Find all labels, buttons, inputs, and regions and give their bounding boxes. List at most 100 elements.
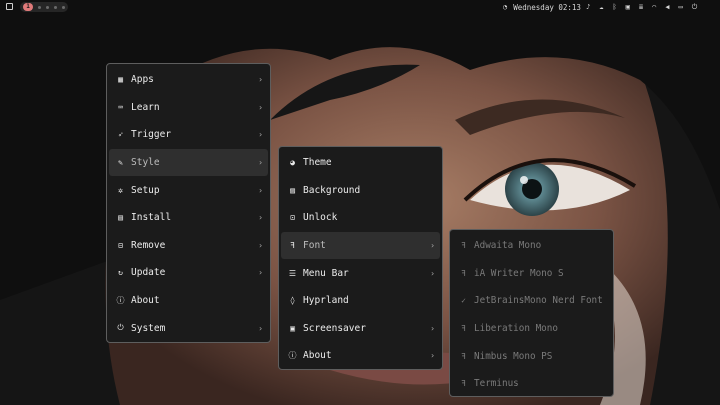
menu-item-label: Install (131, 212, 172, 224)
workspace-switcher: 1 (20, 2, 68, 12)
font-icon: ꟻ (461, 324, 466, 334)
bluetooth-icon[interactable]: ᛒ (612, 0, 616, 14)
menu-item-menu-bar[interactable]: ☰ Menu Bar › (281, 259, 440, 287)
menu-item-label: System (131, 322, 166, 334)
menu-item-label: Font (303, 240, 326, 252)
check-icon: ✓ (461, 296, 466, 306)
menu-item-style[interactable]: ✎ Style › (109, 148, 268, 177)
menu-item-label: Screensaver (303, 322, 366, 334)
menu-item-remove[interactable]: ⊟ Remove › (109, 232, 268, 260)
minus-box-icon: ⊟ (118, 240, 123, 250)
brush-icon: ✎ (118, 158, 123, 168)
save-icon: ▤ (118, 213, 123, 223)
chevron-right-icon: › (258, 130, 263, 140)
menu-item-install[interactable]: ▤ Install › (109, 204, 268, 232)
bars-icon[interactable]: ≣ (639, 0, 643, 14)
font-option-label: Nimbus Mono PS (474, 350, 553, 362)
font-submenu: ꟻ Adwaita Mono ꟻ iA Writer Mono S ✓ JetBrai… (449, 229, 614, 397)
menu-item-trigger[interactable]: ➶ Trigger › (109, 121, 268, 149)
menu-item-label: Remove (131, 239, 166, 251)
menu-icon: ☰ (288, 268, 297, 278)
gear-icon: ✲ (118, 185, 123, 195)
menu-item-about[interactable]: ⓘ About (109, 287, 268, 315)
font-option-liberation-mono[interactable]: ꟻ Liberation Mono (452, 315, 611, 343)
menu-item-about-style[interactable]: ⓘ About › (281, 342, 440, 370)
chevron-right-icon: › (258, 102, 263, 112)
menu-item-learn[interactable]: ⌨ Learn › (109, 94, 268, 122)
menu-item-label: About (303, 350, 332, 362)
chevron-right-icon: › (258, 75, 263, 85)
font-icon: ꟻ (461, 241, 466, 251)
menu-item-label: About (131, 295, 160, 307)
info-icon: ⓘ (288, 351, 297, 361)
font-option-label: Terminus (474, 378, 519, 390)
font-option-jetbrains[interactable]: ✓ JetBrainsMono Nerd Font (452, 287, 611, 315)
image-icon: ▨ (290, 185, 295, 195)
chevron-right-icon: › (258, 323, 263, 333)
unlock-icon: ⊡ (290, 213, 295, 223)
top-bar: 1 ◔ Wednesday 02:13 ♪ ☁ ᛒ ▣ ≣ ◠ ◀ ▭ ⏻ (0, 0, 720, 14)
menu-item-screensaver[interactable]: ▣ Screensaver › (281, 315, 440, 343)
menu-item-theme[interactable]: ◕ Theme (281, 149, 440, 177)
volume-icon[interactable]: ◀ (665, 0, 669, 14)
drop-icon: ◊ (290, 296, 295, 306)
font-icon: ꟻ (461, 351, 466, 361)
launcher-icon[interactable] (6, 3, 13, 10)
font-option-label: iA Writer Mono S (474, 267, 564, 279)
font-icon: ꟻ (461, 268, 466, 278)
workspace-dot[interactable] (62, 5, 65, 9)
menu-item-unlock[interactable]: ⊡ Unlock (281, 204, 440, 232)
menu-item-update[interactable]: ↻ Update › (109, 259, 268, 287)
chevron-right-icon: › (430, 241, 435, 251)
font-icon: ꟻ (461, 379, 466, 389)
menu-item-system[interactable]: ⏻ System › (109, 314, 268, 342)
grid-icon: ▦ (118, 75, 123, 85)
chevron-right-icon: › (258, 185, 263, 195)
menu-item-label: Update (131, 267, 166, 279)
menu-item-font[interactable]: ꟻ Font › (281, 231, 440, 260)
bell-icon[interactable]: ♪ (586, 0, 590, 14)
chevron-right-icon: › (258, 213, 263, 223)
menu-item-apps[interactable]: ▦ Apps › (109, 66, 268, 94)
menu-item-label: Hyprland (303, 295, 349, 307)
workspace-dot[interactable] (54, 5, 57, 9)
font-option-ia-writer[interactable]: ꟻ iA Writer Mono S (452, 260, 611, 288)
keyboard-icon: ⌨ (118, 102, 123, 112)
font-option-adwaita-mono[interactable]: ꟻ Adwaita Mono (452, 232, 611, 260)
menu-item-setup[interactable]: ✲ Setup › (109, 176, 268, 204)
menu-item-hyprland[interactable]: ◊ Hyprland (281, 287, 440, 315)
font-option-nimbus-mono[interactable]: ꟻ Nimbus Mono PS (452, 342, 611, 370)
info-icon: ⓘ (116, 296, 125, 306)
status-icons: ♪ ☁ ᛒ ▣ ≣ ◠ ◀ ▭ ⏻ (586, 0, 697, 14)
menu-item-label: Style (131, 157, 160, 169)
cpu-icon[interactable]: ▣ (626, 0, 630, 14)
clock-icon[interactable]: ◔ (503, 0, 507, 14)
menu-item-label: Menu Bar (303, 267, 349, 279)
menu-item-label: Theme (303, 157, 332, 169)
chevron-right-icon: › (258, 240, 263, 250)
font-option-label: Liberation Mono (474, 323, 558, 335)
power-icon[interactable]: ⏻ (692, 0, 698, 14)
screen-icon: ▣ (290, 323, 295, 333)
power-icon: ⏻ (117, 323, 124, 333)
chevron-right-icon: › (430, 268, 435, 278)
clock[interactable]: Wednesday 02:13 (513, 3, 581, 12)
font-option-terminus[interactable]: ꟻ Terminus (452, 370, 611, 398)
display-icon[interactable]: ▭ (679, 0, 683, 14)
menu-item-label: Background (303, 184, 361, 196)
chevron-right-icon: › (258, 268, 263, 278)
workspace-1[interactable]: 1 (23, 3, 33, 11)
menu-item-label: Apps (131, 74, 154, 86)
wifi-icon[interactable]: ◠ (652, 0, 656, 14)
chevron-right-icon: › (258, 158, 263, 168)
menu-item-background[interactable]: ▨ Background (281, 177, 440, 205)
style-submenu: ◕ Theme ▨ Background ⊡ Unlock ꟻ Font › ☰ Menu … (278, 146, 443, 370)
workspace-dot[interactable] (38, 5, 41, 9)
chevron-right-icon: › (430, 351, 435, 361)
workspace-dot[interactable] (46, 5, 49, 9)
palette-icon: ◕ (290, 158, 295, 168)
font-option-label: Adwaita Mono (474, 240, 542, 252)
menu-item-label: Learn (131, 101, 160, 113)
cloud-icon[interactable]: ☁ (599, 0, 603, 14)
main-menu: ▦ Apps › ⌨ Learn › ➶ Trigger › ✎ Style › ✲ Setup ›… (106, 63, 271, 343)
